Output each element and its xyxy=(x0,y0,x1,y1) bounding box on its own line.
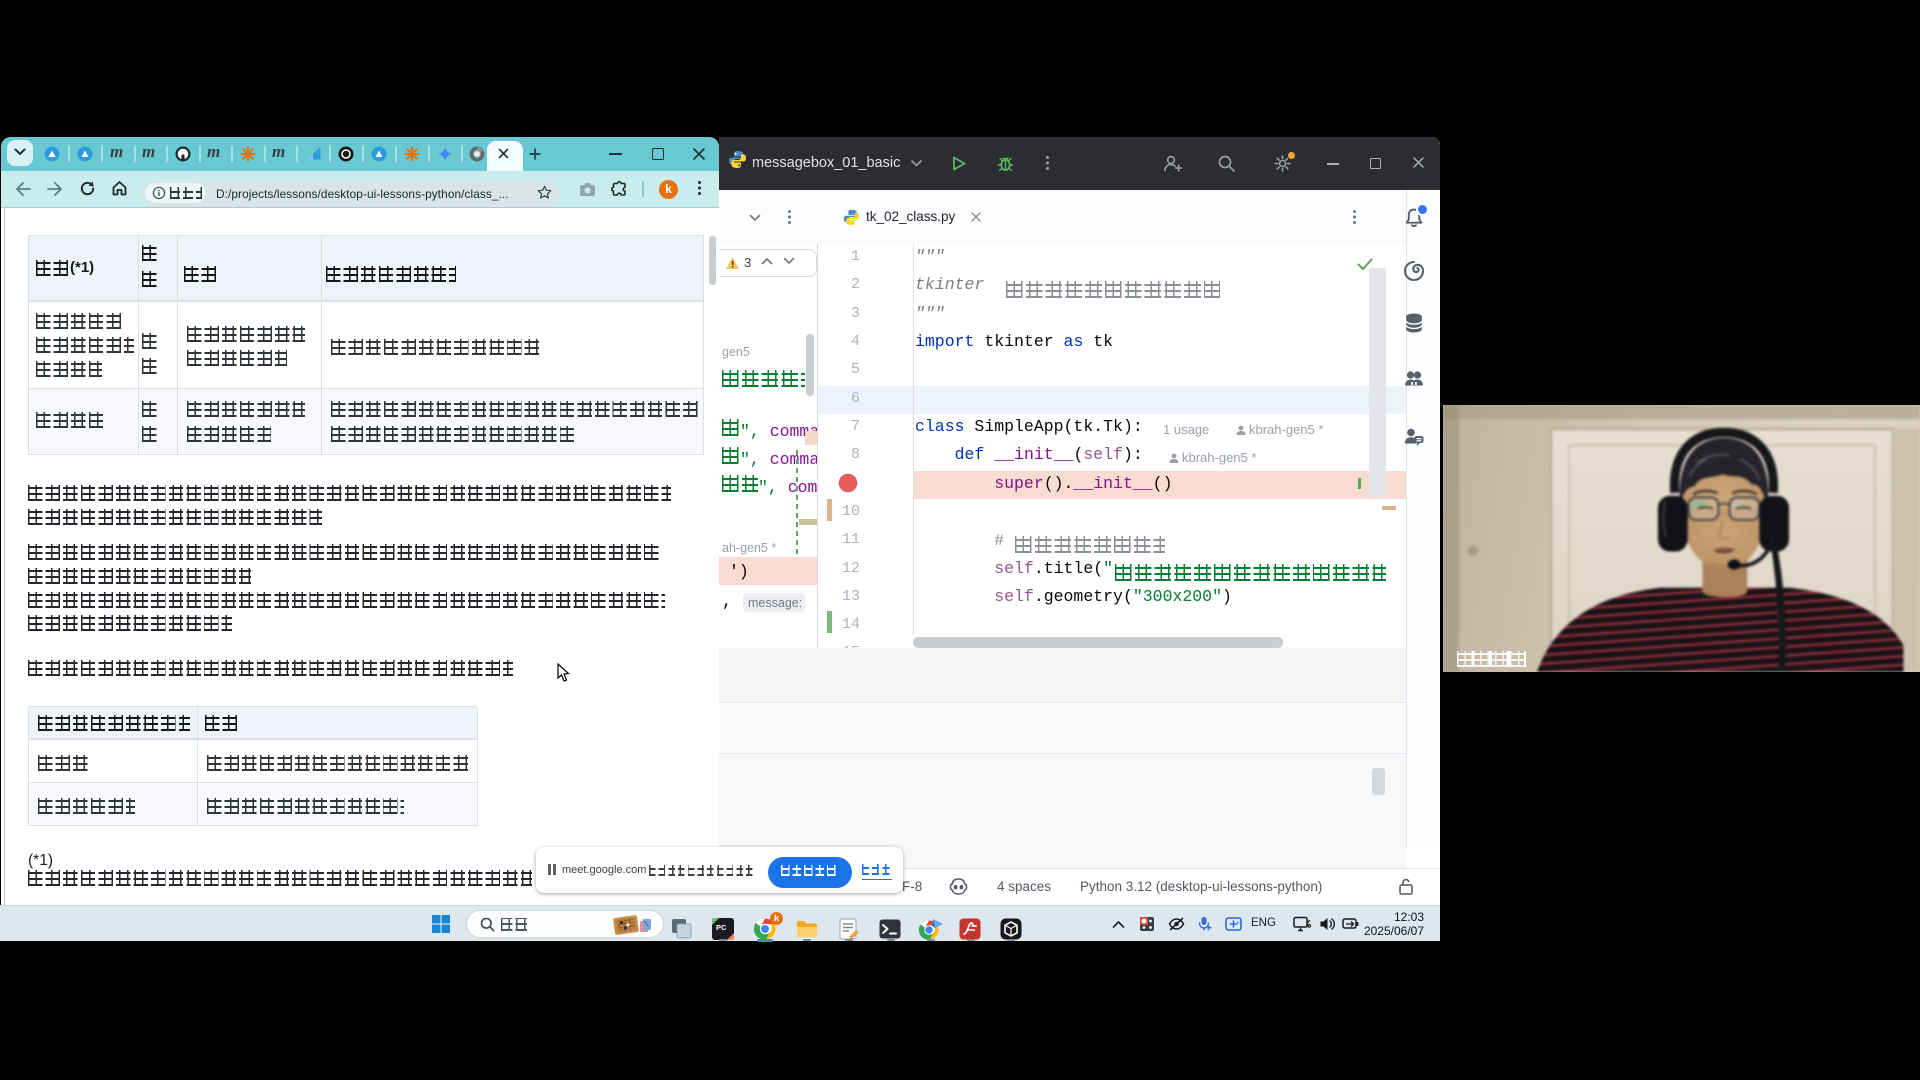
svg-text:PC: PC xyxy=(716,923,727,932)
